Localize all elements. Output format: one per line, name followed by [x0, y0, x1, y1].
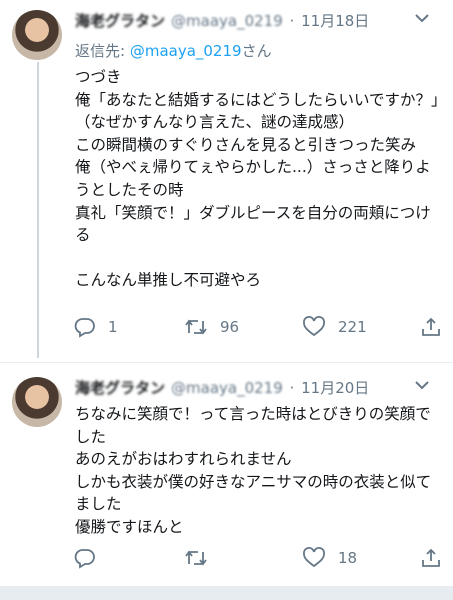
avatar[interactable] — [12, 10, 62, 60]
like-count: 221 — [338, 318, 367, 336]
tweet-2: 海老グラタン @maaya_0219 · 11月20日 ちなみに笑顔で！って言った… — [0, 362, 453, 585]
separator: · — [289, 379, 295, 397]
share-button[interactable] — [420, 547, 442, 569]
reply-button[interactable]: 1 — [74, 316, 118, 338]
like-button[interactable]: 221 — [302, 316, 367, 338]
thread-line — [37, 62, 39, 358]
share-button[interactable] — [420, 316, 442, 338]
reply-icon — [74, 547, 96, 569]
retweet-icon — [184, 547, 208, 569]
retweet-icon — [184, 316, 208, 338]
share-icon — [420, 547, 442, 569]
tweet-header: 海老グラタン @maaya_0219 · 11月20日 — [75, 377, 443, 399]
like-count: 18 — [338, 549, 358, 567]
chevron-down-icon[interactable] — [415, 11, 429, 27]
reply-mention-link[interactable]: @maaya_0219 — [130, 42, 242, 60]
retweet-button[interactable]: 96 — [184, 316, 239, 338]
user-handle[interactable]: @maaya_0219 — [171, 12, 283, 30]
reply-suffix: さん — [241, 42, 272, 60]
timeline-divider — [0, 586, 453, 600]
tweet-1: 海老グラタン @maaya_0219 · 11月18日 返信先: @maaya_0… — [0, 0, 453, 360]
display-name[interactable]: 海老グラタン — [75, 12, 165, 30]
user-handle[interactable]: @maaya_0219 — [171, 379, 283, 397]
tweet-date[interactable]: 11月18日 — [301, 12, 369, 30]
separator: · — [289, 12, 295, 30]
chevron-down-icon[interactable] — [415, 378, 429, 394]
heart-icon — [302, 547, 326, 569]
reply-context: 返信先: @maaya_0219さん — [75, 40, 272, 61]
reply-icon — [74, 316, 96, 338]
tweet-actions: 1 96 221 — [72, 316, 447, 340]
tweet-date[interactable]: 11月20日 — [301, 379, 369, 397]
reply-count: 1 — [108, 318, 118, 336]
like-button[interactable]: 18 — [302, 547, 357, 569]
reply-prefix: 返信先: — [75, 42, 130, 60]
tweet-header: 海老グラタン @maaya_0219 · 11月18日 — [75, 10, 443, 32]
heart-icon — [302, 316, 326, 338]
tweet-text: ちなみに笑顔で！って言った時はとびきりの笑顔でした あのえがおはわすれられません… — [75, 405, 432, 536]
retweet-button[interactable] — [184, 547, 220, 569]
share-icon — [420, 316, 442, 338]
tweet-actions: 18 — [72, 547, 447, 571]
reply-button[interactable] — [74, 547, 108, 569]
tweet-text: つづき 俺「あなたと結婚するにはどうしたらいいですか？」（なぜかすんなり言えた、… — [75, 68, 439, 290]
retweet-count: 96 — [220, 318, 240, 336]
display-name[interactable]: 海老グラタン — [75, 379, 165, 397]
avatar[interactable] — [12, 377, 62, 427]
